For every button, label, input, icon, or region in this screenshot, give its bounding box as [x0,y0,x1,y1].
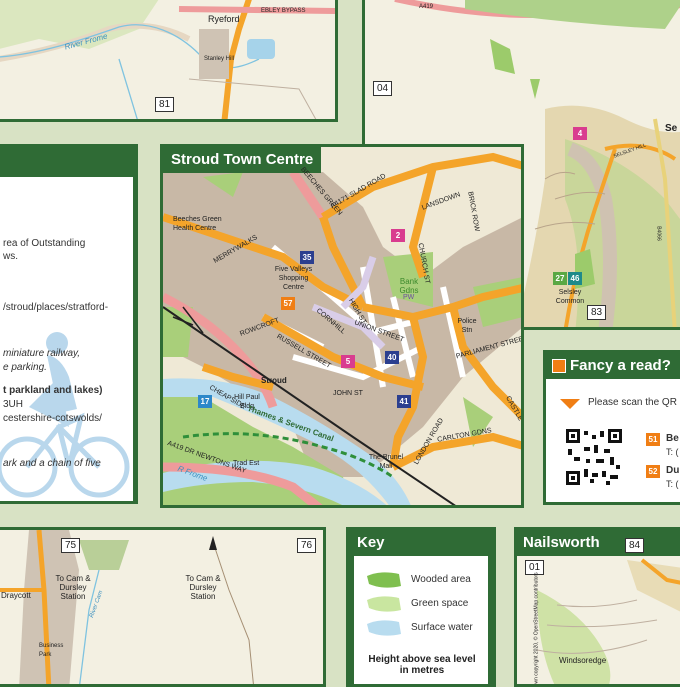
a419-label-top: A419 [419,4,434,10]
wooded-area-swatch [367,572,401,588]
key-height-label: Height above sea level in metres [368,654,476,676]
key-water-label: Surface water [411,622,473,633]
info-line-5: e parking. [3,362,47,373]
badge-stroud-2: 2 [391,229,405,242]
badge-stroud-40: 40 [385,351,399,364]
fancy-tel-51: T: ( [666,447,679,457]
ryeford-label: Ryeford [208,14,240,24]
key-green-label: Green space [411,598,469,609]
fancy-badge-52: 52 [646,465,660,478]
beeches-health-label: Beeches Green Health Centre [173,216,222,232]
business-park-label: Business Park [39,643,64,658]
surface-water-swatch [367,620,401,636]
grid-number-76: 76 [297,538,317,553]
qr-code-icon[interactable] [566,429,626,489]
ebley-bypass-label: EBLEY BYPASS [261,8,306,14]
key-title: Key [357,534,385,551]
fancy-read-panel: Fancy a read? Please scan the QR 51 Be T… [543,350,680,505]
map-panel-cam: 75 76 Draycott To Cam & Dursley Station … [0,527,326,687]
badge-stroud-17: 17 [198,395,212,408]
grid-number-81: 81 [155,97,175,112]
key-wooded-label: Wooded area [411,574,471,585]
five-valleys-label: Five Valleys Shopping Centre [274,266,313,291]
fancy-square-icon [552,359,566,373]
fancy-subtitle: Please scan the QR [588,397,677,408]
cyclist-silhouette [0,332,130,498]
map-panel-nailsworth: Nailsworth 84 01 Windsoredge © Crown cop… [514,527,680,687]
nailsworth-title: Nailsworth [517,530,606,556]
badge-stroud-5: 5 [341,355,355,368]
cam-map-svg [0,530,323,684]
key-panel: Key Wooded area Green space Surface wate… [346,527,496,687]
info-line-8: cestershire-cotswolds/ [3,413,102,424]
fancy-text-52: Du [666,465,680,476]
grid-number-84: 84 [625,538,645,553]
info-line-6: t parkland and lakes) [3,385,103,396]
info-panel-left: rea of Outstanding ws. /stroud/places/st… [0,144,138,504]
brunel-mall-label: The Brunel Mall [368,454,404,470]
selsley-common-label: Selsley Common [555,289,585,305]
badge-27: 27 [553,272,567,285]
to-cam-station-1: To Cam & Dursley Station [55,574,91,601]
police-stn-label: Police Stn [457,318,477,334]
b4066-road: B4066 [655,226,662,241]
grid-number-83: 83 [587,305,607,320]
grid-number-75: 75 [61,538,81,553]
fancy-badge-51: 51 [646,433,660,446]
map-panel-ryeford: Ryeford EBLEY BYPASS River Frome Stanley… [0,0,338,122]
map-panel-stroud: Stroud Town Centre Beeches Green Health … [160,144,524,508]
stanley-hill-label: Stanley Hill [204,56,235,62]
badge-stroud-57: 57 [281,297,295,310]
draycott-label: Draycott [1,591,31,600]
to-cam-station-2: To Cam & Dursley Station [185,574,221,601]
stroud-title: Stroud Town Centre [163,147,322,173]
pw-label: PW [403,294,415,301]
info-line-7: 3UH [3,399,24,410]
fancy-text-51: Be [666,433,679,444]
windsoredge-label: Windsoredge [559,656,607,665]
badge-stroud-35: 35 [300,251,314,264]
john-st-label: JOHN ST [333,390,363,397]
green-space-swatch [367,596,401,612]
badge-46: 46 [568,272,582,285]
badge-4: 4 [573,127,587,140]
fancy-title: Fancy a read? [570,357,671,374]
info-line-4: miniature railway, [3,348,81,359]
selsley-partial-label: Se [665,123,678,134]
fancy-tel-52: T: ( [666,479,679,489]
stroud-station-label: Stroud [261,376,287,385]
copyright-credit: © Crown copyright 2020, © OpenStreetMap … [533,572,540,687]
badge-stroud-41: 41 [397,395,411,408]
info-line-9: ark and a chain of five [3,458,101,469]
grid-number-04: 04 [373,81,393,96]
